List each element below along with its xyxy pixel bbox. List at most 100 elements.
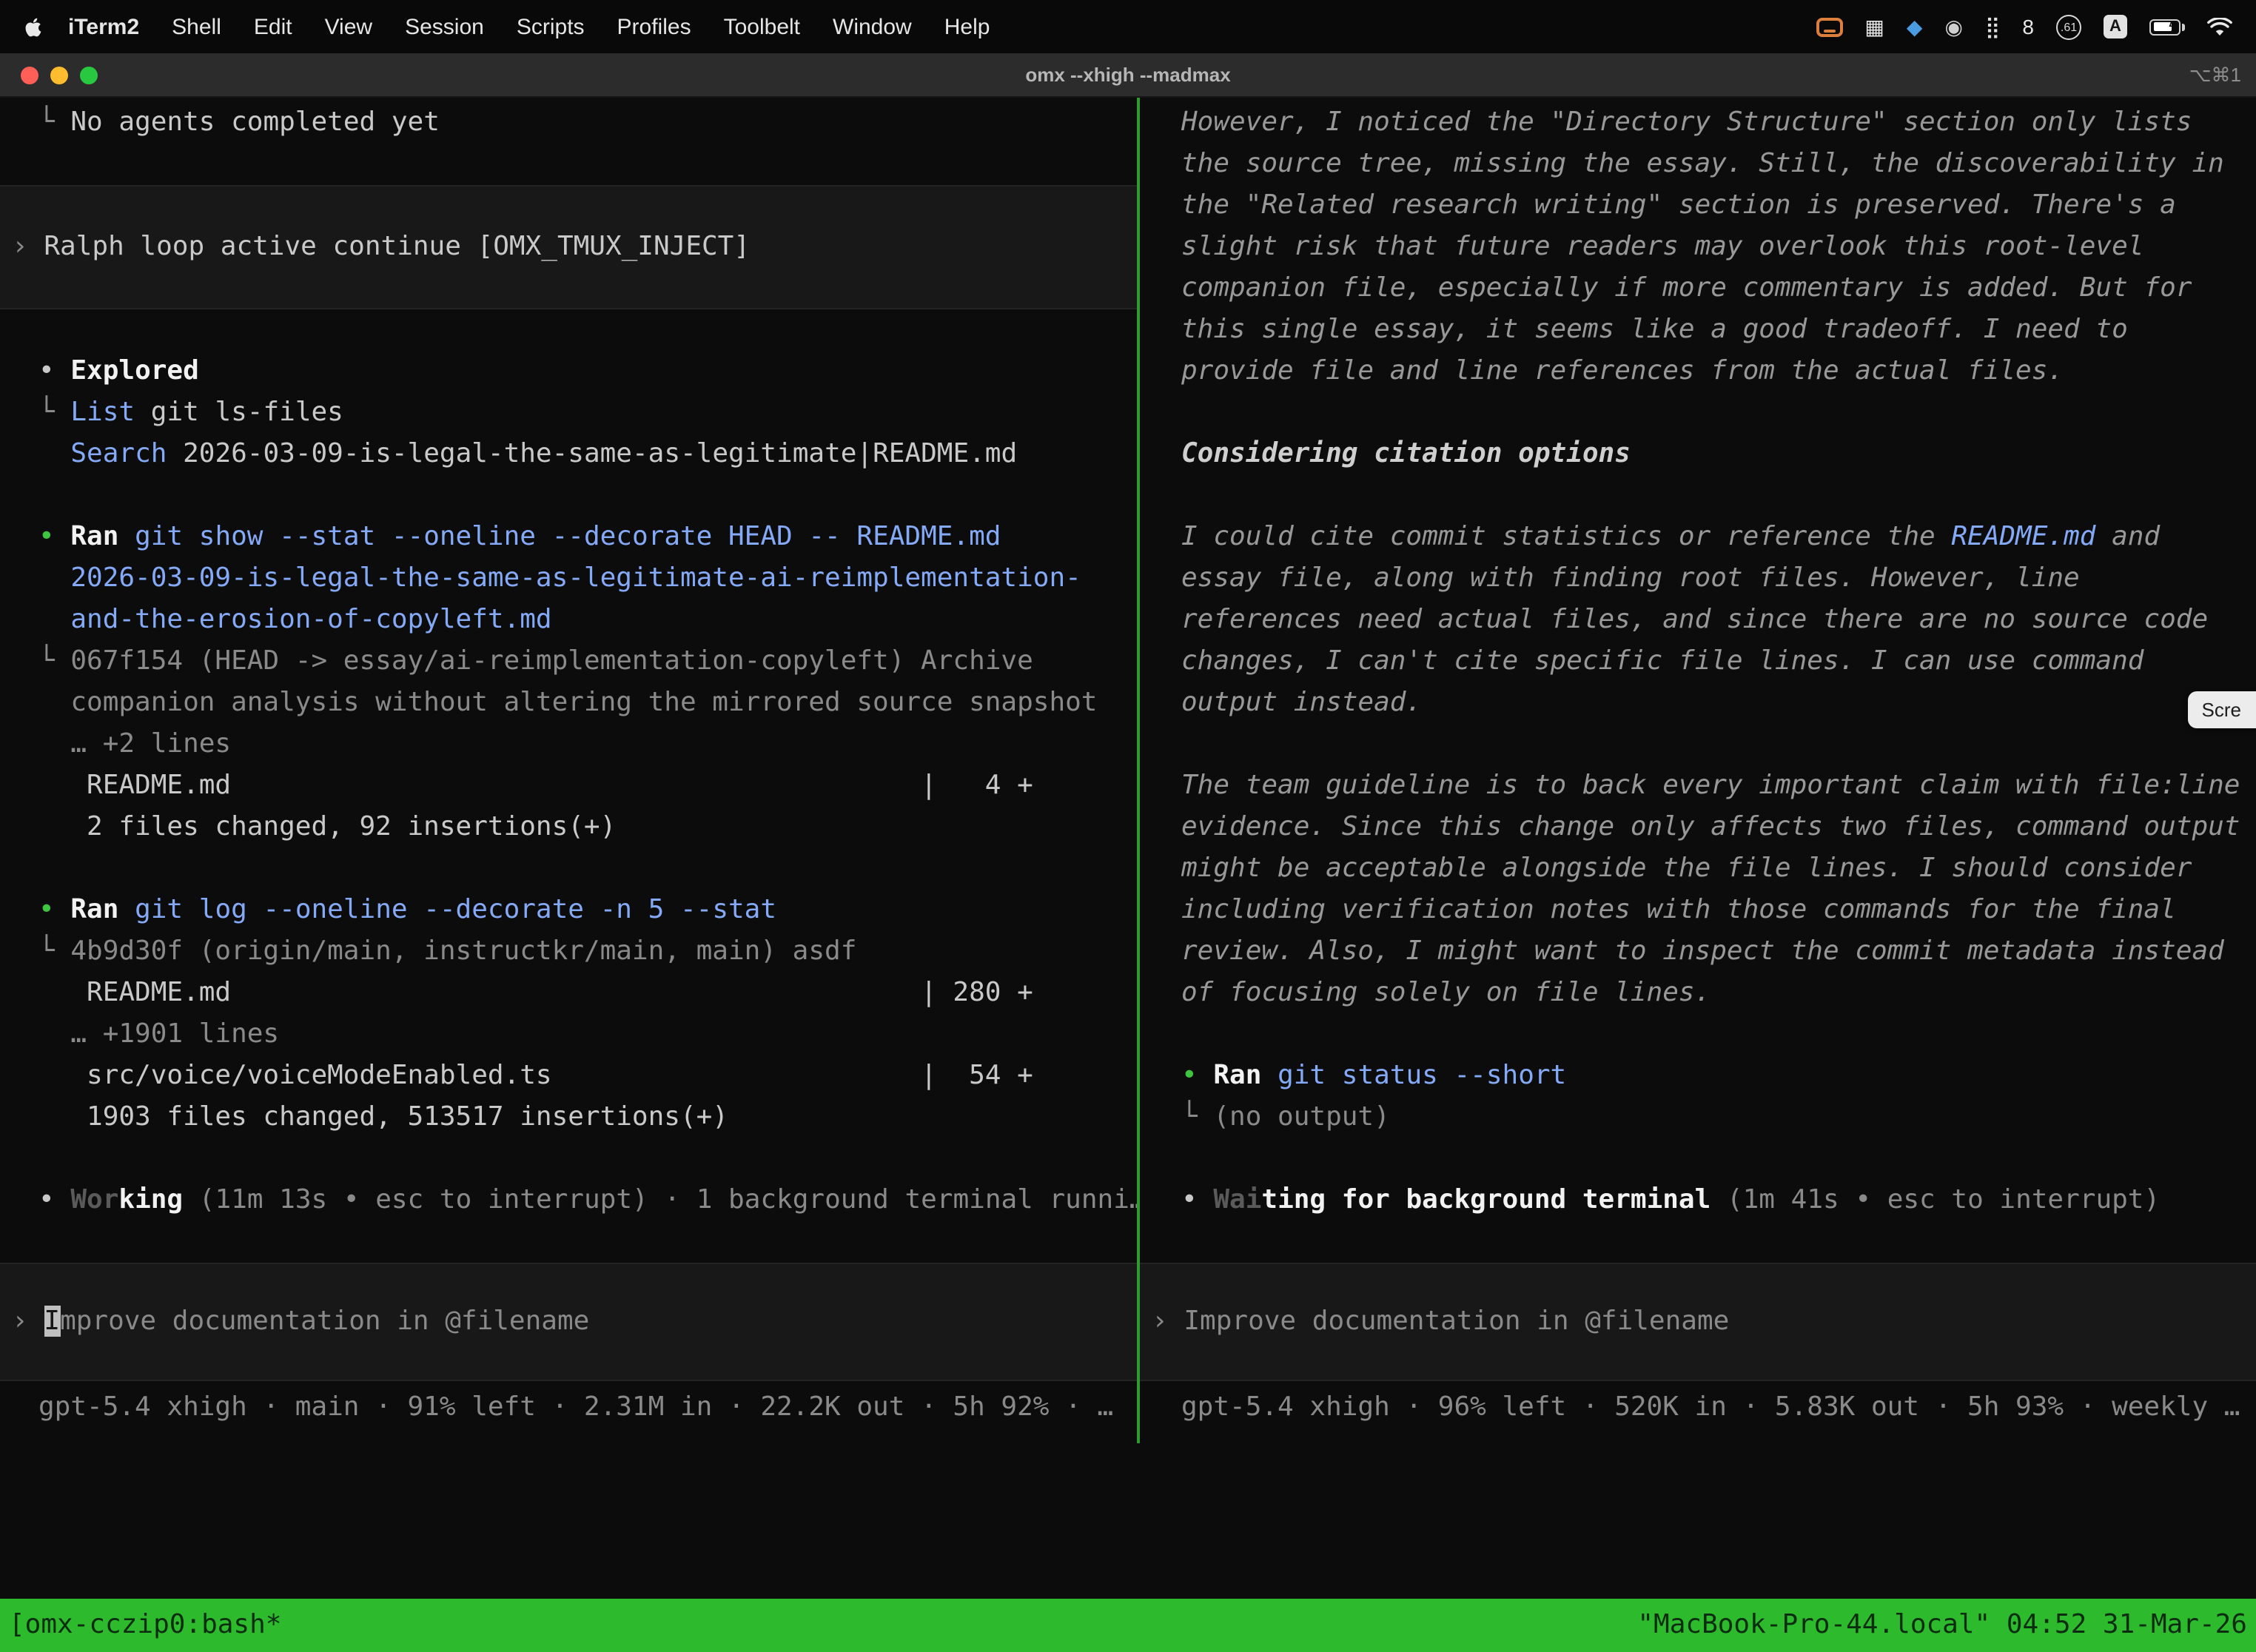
terminal-line: of focusing solely on file lines. [1181, 973, 2256, 1014]
terminal-line: gpt-5.4 xhigh · 96% left · 520K in · 5.8… [1181, 1387, 2256, 1428]
terminal-line: the "Related research writing" section i… [1181, 185, 2256, 226]
terminal-line: However, I noticed the "Directory Struct… [1181, 102, 2256, 144]
reasoning-paragraph-2: I could cite commit statistics or refere… [1181, 517, 2256, 724]
tmux-host-clock: "MacBook-Pro-44.local" 04:52 31-Mar-26 [1637, 1599, 2247, 1652]
tmux-status-bar: [omx-cczip0:bash* "MacBook-Pro-44.local"… [0, 1599, 2256, 1652]
ran-git-log-block: • Ran git log --oneline --decorate -n 5 … [38, 890, 1137, 1138]
session-status-right: gpt-5.4 xhigh · 96% left · 520K in · 5.8… [1181, 1387, 2256, 1428]
screen: iTerm2ShellEditViewSessionScriptsProfile… [0, 0, 2256, 1652]
menu-item-view[interactable]: View [309, 14, 389, 39]
reasoning-paragraph-3: The team guideline is to back every impo… [1181, 765, 2256, 1014]
terminal-line: gpt-5.4 xhigh · main · 91% left · 2.31M … [38, 1387, 1137, 1428]
injected-prompt-banner: › Ralph loop active continue [OMX_TMUX_I… [0, 185, 1137, 309]
menu-item-shell[interactable]: Shell [155, 14, 238, 39]
waiting-status-block: • Waiting for background terminal (1m 41… [1181, 1180, 2256, 1221]
zoom-window-button[interactable] [80, 66, 98, 84]
terminal-line: provide file and line references from th… [1181, 351, 2256, 392]
terminal-line: the source tree, missing the essay. Stil… [1181, 144, 2256, 185]
terminal-line: 2026-03-09-is-legal-the-same-as-legitima… [38, 558, 1137, 600]
prompt-input-right[interactable]: › Improve documentation in @filename [1140, 1263, 2256, 1381]
working-status-block: • Working (11m 13s • esc to interrupt) ·… [38, 1180, 1137, 1221]
menu-item-edit[interactable]: Edit [238, 14, 309, 39]
terminal-line: └ 4b9d30f (origin/main, instructkr/main,… [38, 931, 1137, 973]
terminal-line: changes, I can't cite specific file line… [1181, 641, 2256, 682]
explored-block: • Explored└ List git ls-files Search 202… [38, 351, 1137, 475]
window-title-bar: omx --xhigh --madmax ⌥⌘1 [0, 53, 2256, 98]
prompt-input-left[interactable]: › Improve documentation in @filename [0, 1263, 1137, 1381]
terminal-line: evidence. Since this change only affects… [1181, 807, 2256, 848]
omx-status-bar: [OMX#0.11.9] cczip/essay/ai-reimplementa… [0, 1468, 2256, 1510]
reasoning-heading: Considering citation options [1181, 434, 2256, 475]
dots-grid-icon[interactable]: ⣿ [1985, 16, 2001, 37]
terminal-line: › Improve documentation in @filename [1152, 1301, 2256, 1343]
input-source-icon[interactable]: A [2104, 15, 2127, 38]
terminal-line: references need actual files, and since … [1181, 600, 2256, 641]
terminal-line: README.md | 280 + [38, 973, 1137, 1014]
blue-app-icon[interactable]: ◆ [1907, 16, 1923, 37]
terminal-line: output instead. [1181, 682, 2256, 724]
ran-git-show-block: • Ran git show --stat --oneline --decora… [38, 517, 1137, 848]
terminal-line: └ 067f154 (HEAD -> essay/ai-reimplementa… [38, 641, 1137, 682]
agent-summary: └ No agents completed yet [38, 102, 1137, 144]
menu-item-scripts[interactable]: Scripts [500, 14, 601, 39]
terminal-line: … +2 lines [38, 724, 1137, 765]
terminal-line: 2 files changed, 92 insertions(+) [38, 807, 1137, 848]
terminal-line: The team guideline is to back every impo… [1181, 765, 2256, 807]
terminal-line: › Ralph loop active continue [OMX_TMUX_I… [12, 226, 1137, 268]
menu-item-window[interactable]: Window [816, 14, 928, 39]
terminal-line: src/voice/voiceModeEnabled.ts | 54 + [38, 1055, 1137, 1097]
reasoning-paragraph-1: However, I noticed the "Directory Struct… [1181, 102, 2256, 392]
terminal-workspace: └ No agents completed yet › Ralph loop ac… [0, 98, 2256, 1599]
terminal-line: • Working (11m 13s • esc to interrupt) ·… [38, 1180, 1137, 1221]
screen-recording-icon[interactable] [1816, 17, 1842, 36]
keypad-icon[interactable]: 8 [2022, 16, 2034, 37]
terminal-line: this single essay, it seems like a good … [1181, 309, 2256, 351]
screen-share-tooltip[interactable]: Scre [2189, 691, 2256, 728]
terminal-line: essay file, along with finding root file… [1181, 558, 2256, 600]
terminal-line: README.md | 4 + [38, 765, 1137, 807]
menu-item-session[interactable]: Session [389, 14, 500, 39]
macos-menu-bar: iTerm2ShellEditViewSessionScriptsProfile… [0, 0, 2256, 53]
terminal-line: • Ran git show --stat --oneline --decora… [38, 517, 1137, 558]
terminal-line: Search 2026-03-09-is-legal-the-same-as-l… [38, 434, 1137, 475]
close-window-button[interactable] [21, 66, 38, 84]
terminal-line: • Waiting for background terminal (1m 41… [1181, 1180, 2256, 1221]
menu-item-iterm2[interactable]: iTerm2 [52, 14, 155, 39]
pane-left[interactable]: └ No agents completed yet › Ralph loop ac… [0, 98, 1137, 1428]
terminal-line: 1903 files changed, 513517 insertions(+) [38, 1097, 1137, 1138]
dark-app-icon[interactable]: ◉ [1944, 16, 1962, 37]
terminal-line: slight risk that future readers may over… [1181, 226, 2256, 268]
terminal-line: might be acceptable alongside the file l… [1181, 848, 2256, 890]
display-grid-icon[interactable]: ▦ [1864, 16, 1884, 37]
terminal-line: › Improve documentation in @filename [12, 1301, 1137, 1343]
menu-item-toolbelt[interactable]: Toolbelt [708, 14, 816, 39]
percent-badge-icon[interactable]: .61 [2056, 14, 2081, 39]
menu-item-profiles[interactable]: Profiles [601, 14, 708, 39]
window-title: omx --xhigh --madmax [0, 64, 2256, 86]
battery-icon[interactable]: ϟ [2149, 19, 2185, 35]
tmux-session-label: [omx-cczip0:bash* [9, 1599, 281, 1652]
terminal-line: including verification notes with those … [1181, 890, 2256, 931]
menubar-status-icons: ▦ ◆ ◉ ⣿ 8 .61 Aϟ [1816, 14, 2256, 39]
terminal-line: └ List git ls-files [38, 392, 1137, 434]
menu-items: iTerm2ShellEditViewSessionScriptsProfile… [52, 14, 1006, 39]
terminal-line: Considering citation options [1181, 434, 2256, 475]
minimize-window-button[interactable] [50, 66, 68, 84]
terminal-line: companion analysis without altering the … [38, 682, 1137, 724]
terminal-line: companion file, especially if more comme… [1181, 268, 2256, 309]
terminal-line: review. Also, I might want to inspect th… [1181, 931, 2256, 973]
terminal-line: • Ran git status --short [1181, 1055, 2256, 1097]
wifi-icon[interactable] [2207, 17, 2232, 36]
session-status-left: gpt-5.4 xhigh · main · 91% left · 2.31M … [38, 1387, 1137, 1428]
window-shortcut-badge: ⌥⌘1 [2189, 63, 2256, 87]
terminal-line: └ No agents completed yet [38, 102, 1137, 144]
terminal-line: … +1901 lines [38, 1014, 1137, 1055]
ran-git-status-block: • Ran git status --short└ (no output) [1181, 1055, 2256, 1138]
pane-right[interactable]: However, I noticed the "Directory Struct… [1140, 98, 2256, 1428]
menu-item-help[interactable]: Help [928, 14, 1007, 39]
terminal-line: • Explored [38, 351, 1137, 392]
terminal-line: └ (no output) [1181, 1097, 2256, 1138]
apple-menu-icon[interactable] [24, 16, 43, 38]
terminal-line: and-the-erosion-of-copyleft.md [38, 600, 1137, 641]
terminal-line: • Ran git log --oneline --decorate -n 5 … [38, 890, 1137, 931]
